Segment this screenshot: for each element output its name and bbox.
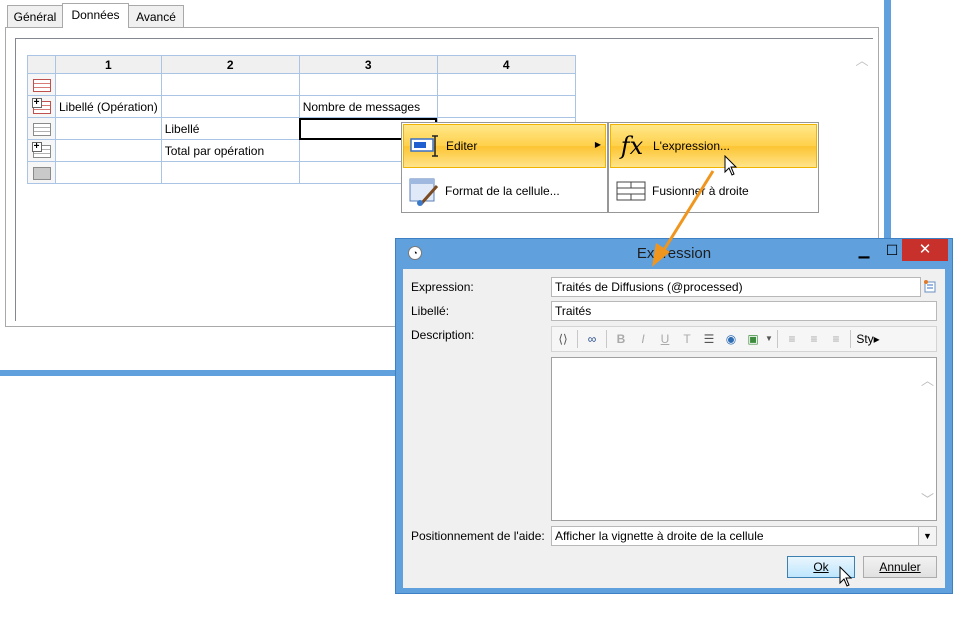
expression-label: Expression: xyxy=(411,280,474,294)
menu-item-label: Editer xyxy=(446,139,478,153)
help-position-label: Positionnement de l'aide: xyxy=(411,529,545,543)
description-editor[interactable]: ︿ ﹀ xyxy=(551,357,937,521)
clear-format-icon[interactable]: T xyxy=(676,329,698,349)
cancel-button-label: Annuler xyxy=(879,560,921,574)
grid-cell[interactable] xyxy=(298,73,438,96)
annotation-arrow xyxy=(652,170,715,267)
column-header[interactable]: 4 xyxy=(436,55,576,74)
align-center-icon[interactable]: ≡ xyxy=(803,329,825,349)
grid-cell[interactable]: Total par opération xyxy=(160,139,300,162)
mouse-cursor-icon xyxy=(724,155,738,176)
toolbar-separator xyxy=(606,330,607,348)
italic-icon[interactable]: I xyxy=(632,329,654,349)
toolbar-separator xyxy=(577,330,578,348)
minimize-button[interactable]: ▁ xyxy=(850,239,878,261)
rich-text-toolbar: ⟨⟩ ∞ B I U T ☰ ◉ ▣ ▼ ≡ ≡ ≡ Sty▸ xyxy=(551,326,937,352)
scroll-up-icon[interactable]: ︿ xyxy=(919,370,936,389)
grid-cell[interactable] xyxy=(436,73,576,96)
source-code-icon[interactable]: ⟨⟩ xyxy=(552,329,574,349)
grid-cell[interactable]: Libellé (Opération) xyxy=(55,95,162,118)
tab-donnees[interactable]: Données xyxy=(62,3,129,28)
help-position-select[interactable]: Afficher la vignette à droite de la cell… xyxy=(551,526,937,546)
chevron-down-icon[interactable]: ▼ xyxy=(918,527,936,545)
description-label: Description: xyxy=(411,328,475,342)
group-expand-row-icon xyxy=(31,97,51,114)
help-position-value: Afficher la vignette à droite de la cell… xyxy=(555,529,764,543)
menu-item-editer[interactable]: Editer ▶ xyxy=(403,124,606,168)
menu-item-format-cellule[interactable]: Format de la cellule... xyxy=(403,169,606,213)
grid-header-row: 1 2 3 4 xyxy=(27,55,576,74)
close-button[interactable]: ✕ xyxy=(902,239,948,261)
mouse-cursor-icon xyxy=(839,566,853,587)
cancel-button[interactable]: Annuler xyxy=(863,556,937,578)
align-left-icon[interactable]: ≡ xyxy=(781,329,803,349)
grid-cell[interactable]: Libellé xyxy=(160,117,300,140)
libelle-label: Libellé: xyxy=(411,304,450,318)
grid-cell[interactable] xyxy=(55,117,162,140)
grid-corner xyxy=(27,55,56,74)
align-right-icon[interactable]: ≡ xyxy=(825,329,847,349)
grid-cell[interactable] xyxy=(55,73,162,96)
context-menu: Editer ▶ Format de la cellule... xyxy=(401,122,608,213)
dialog-body: Expression: Traités de Diffusions (@proc… xyxy=(403,269,945,588)
chevron-down-icon[interactable]: ▼ xyxy=(764,329,774,349)
submenu-arrow-icon: ▶ xyxy=(594,140,601,149)
grid-cell[interactable] xyxy=(55,139,162,162)
row-header[interactable] xyxy=(27,73,56,96)
table-row: Libellé (Opération) Nombre de messages xyxy=(27,95,576,118)
table-row xyxy=(27,73,576,96)
grid-cell[interactable] xyxy=(160,161,300,184)
insert-image-icon[interactable]: ▣ xyxy=(742,329,764,349)
scroll-up-icon[interactable]: ︿ xyxy=(855,54,869,68)
grid-cell[interactable]: Nombre de messages xyxy=(298,95,438,118)
menu-item-label: Format de la cellule... xyxy=(445,184,560,198)
format-cell-icon xyxy=(407,176,441,206)
grid-cell[interactable] xyxy=(160,95,300,118)
link-globe-icon[interactable]: ◉ xyxy=(720,329,742,349)
row-header[interactable] xyxy=(27,117,56,140)
expression-editor-icon[interactable] xyxy=(923,278,937,296)
table-header-row-icon xyxy=(32,78,51,92)
edit-cell-icon xyxy=(408,131,442,161)
tab-general[interactable]: Général xyxy=(7,5,63,27)
group-total-row-icon xyxy=(31,141,51,158)
find-binoculars-icon[interactable]: ∞ xyxy=(581,329,603,349)
description-scrollbar[interactable]: ︿ ﹀ xyxy=(919,358,936,520)
scroll-down-icon[interactable]: ﹀ xyxy=(919,489,936,508)
style-dropdown[interactable]: Sty▸ xyxy=(854,329,882,349)
expression-dialog: ◔ Expression ▁ ☐ ✕ Expression: Traités d… xyxy=(395,238,953,594)
row-header[interactable] xyxy=(27,161,56,184)
toolbar-separator xyxy=(850,330,851,348)
column-header[interactable]: 3 xyxy=(298,55,438,74)
tab-avance[interactable]: Avancé xyxy=(128,5,184,27)
bullet-list-icon[interactable]: ☰ xyxy=(698,329,720,349)
toolbar-separator xyxy=(777,330,778,348)
bold-icon[interactable]: B xyxy=(610,329,632,349)
fx-icon: fx xyxy=(620,132,644,160)
ok-button-label: Ok xyxy=(813,560,829,574)
table-footer-row-icon xyxy=(32,166,51,180)
libelle-field[interactable]: Traités xyxy=(551,301,937,321)
column-header[interactable]: 1 xyxy=(55,55,162,74)
row-header[interactable] xyxy=(27,139,56,162)
menu-item-expression[interactable]: fx L'expression... xyxy=(610,124,817,168)
grid-cell[interactable] xyxy=(160,73,300,96)
table-row-icon xyxy=(32,122,51,136)
grid-cell[interactable] xyxy=(436,95,576,118)
expression-field[interactable]: Traités de Diffusions (@processed) xyxy=(551,277,921,297)
column-header[interactable]: 2 xyxy=(160,55,300,74)
underline-icon[interactable]: U xyxy=(654,329,676,349)
menu-item-label: L'expression... xyxy=(653,139,730,153)
row-header[interactable] xyxy=(27,95,56,118)
style-dropdown-label: Sty xyxy=(856,332,874,346)
grid-cell[interactable] xyxy=(55,161,162,184)
